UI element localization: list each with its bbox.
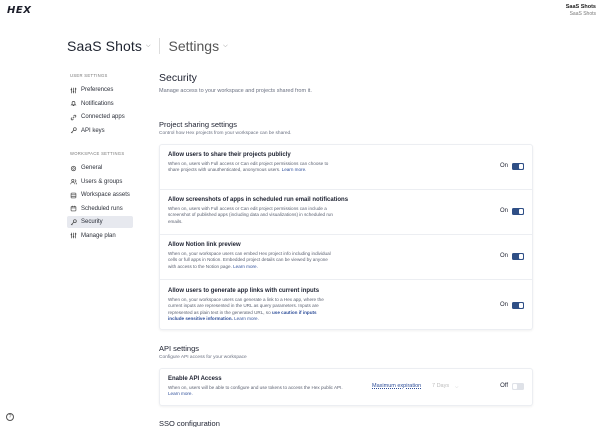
expiration-select[interactable]: 7 Days (432, 383, 449, 389)
screenshots-toggle[interactable] (512, 208, 524, 215)
gear-icon (70, 165, 77, 172)
sidebar-item-notifications[interactable]: Notifications (67, 98, 133, 110)
page-subtitle: Manage access to your workspace and proj… (159, 88, 312, 94)
project-title[interactable]: SaaS Shots (67, 38, 142, 54)
section-title: Project sharing settings (159, 120, 237, 129)
page-title: Security (159, 72, 197, 84)
workspace-settings-heading: WORKSPACE SETTINGS (70, 151, 125, 156)
setting-desc: When on, your workspace users can embed … (168, 251, 333, 270)
sidebar-item-label: Manage plan (81, 232, 116, 239)
sliders-icon (70, 232, 77, 239)
project-sharing-card: Allow users to share their projects publ… (159, 144, 533, 330)
setting-title: Enable API Access (168, 376, 222, 382)
sidebar-item-label: General (81, 165, 103, 171)
sso-header: SSO configuration (159, 419, 220, 427)
sliders-icon (70, 87, 77, 94)
hex-logo[interactable]: HEX (7, 5, 31, 16)
sidebar-item-label: API keys (81, 127, 105, 134)
share-public-toggle[interactable] (512, 163, 524, 170)
sidebar-item-preferences[interactable]: Preferences (67, 84, 133, 96)
setting-title: Allow Notion link preview (168, 242, 241, 248)
section-subtitle: Control how Hex projects from your works… (159, 131, 292, 136)
sidebar-item-general[interactable]: General (67, 162, 133, 174)
sidebar-item-label: Workspace assets (81, 192, 130, 198)
toggle-state-label: Off (500, 383, 508, 389)
setting-desc: When on, users will be able to configure… (168, 385, 348, 398)
setting-row: Allow Notion link preview When on, your … (160, 235, 532, 280)
section-subtitle: Configure API access for your workspace (159, 355, 247, 360)
setting-title: Allow screenshots of apps in scheduled r… (168, 197, 349, 203)
maximum-expiration-label[interactable]: Maximum expiration (372, 383, 421, 389)
setting-desc: When on, users with Full access or Can e… (168, 161, 333, 174)
app-links-toggle[interactable] (512, 302, 524, 309)
help-icon[interactable]: ? (6, 413, 14, 421)
user-settings-heading: USER SETTINGS (70, 73, 108, 78)
sidebar-item-label: Security (81, 219, 103, 225)
sidebar-item-label: Preferences (81, 87, 114, 93)
chevron-down-icon[interactable]: ⌵ (146, 43, 151, 50)
api-access-toggle[interactable] (512, 383, 524, 390)
sidebar-item-label: Notifications (81, 100, 114, 107)
workspace-name: SaaS Shots (565, 4, 596, 10)
chevron-down-icon[interactable]: ⌵ (223, 43, 228, 50)
sidebar-item-label: Users & groups (81, 178, 123, 185)
setting-desc: When on, users with Full access or Can e… (168, 206, 333, 224)
toggle-state-label: On (499, 253, 508, 259)
settings-title[interactable]: Settings (169, 38, 220, 54)
notion-preview-toggle[interactable] (512, 253, 524, 260)
setting-row: Allow users to share their projects publ… (160, 145, 532, 190)
setting-desc: When on, your workspace users can genera… (168, 297, 333, 322)
sidebar-item-workspace-assets[interactable]: Workspace assets (67, 189, 133, 201)
settings-sidebar: USER SETTINGS Preferences Notifications … (67, 70, 133, 243)
sidebar-item-scheduled-runs[interactable]: Scheduled runs (67, 203, 133, 215)
api-settings-header: API settings Configure API access for yo… (159, 344, 247, 360)
calendar-icon (70, 205, 77, 212)
top-bar: HEX SaaS Shots SaaS Shots (0, 0, 600, 22)
setting-desc-text: When on, users will be able to configure… (168, 385, 343, 390)
link-icon (70, 114, 77, 121)
database-icon (70, 192, 77, 199)
key-icon (70, 218, 77, 226)
learn-more-link[interactable]: Learn more. (233, 264, 258, 269)
section-title: SSO configuration (159, 419, 220, 427)
workspace-switcher[interactable]: SaaS Shots SaaS Shots (566, 4, 596, 18)
main-content: Security Manage access to your workspace… (159, 72, 534, 94)
api-settings-card: Enable API Access When on, users will be… (159, 368, 533, 406)
toggle-state-label: On (499, 208, 508, 214)
workspace-sub: SaaS Shots (569, 11, 596, 17)
sidebar-item-label: Scheduled runs (81, 205, 123, 212)
learn-more-link[interactable]: Learn more. (168, 391, 193, 396)
section-title: API settings (159, 344, 200, 353)
sidebar-item-connected-apps[interactable]: Connected apps (67, 111, 133, 123)
sidebar-item-label: Connected apps (81, 114, 125, 120)
setting-row: Allow screenshots of apps in scheduled r… (160, 190, 532, 235)
sidebar-item-api-keys[interactable]: API keys (67, 125, 133, 137)
sidebar-item-users-groups[interactable]: Users & groups (67, 176, 133, 188)
project-sharing-header: Project sharing settings Control how Hex… (159, 120, 292, 136)
setting-title: Allow users to generate app links with c… (168, 288, 320, 294)
sidebar-item-manage-plan[interactable]: Manage plan (67, 230, 133, 242)
setting-title: Allow users to share their projects publ… (168, 152, 291, 158)
bell-icon (70, 100, 77, 107)
setting-row: Enable API Access When on, users will be… (160, 369, 532, 407)
chevron-down-icon: ⌵ (455, 384, 459, 389)
sidebar-item-security[interactable]: Security (67, 216, 133, 228)
key-icon (70, 127, 77, 134)
setting-row: Allow users to generate app links with c… (160, 280, 532, 331)
page-header: SaaS Shots ⌵ Settings ⌵ (67, 38, 228, 54)
learn-more-link[interactable]: Learn more. (282, 167, 307, 172)
learn-more-link[interactable]: Learn more. (234, 316, 259, 321)
toggle-state-label: On (499, 302, 508, 308)
toggle-state-label: On (499, 163, 508, 169)
users-icon (70, 178, 77, 185)
header-divider (158, 38, 160, 54)
